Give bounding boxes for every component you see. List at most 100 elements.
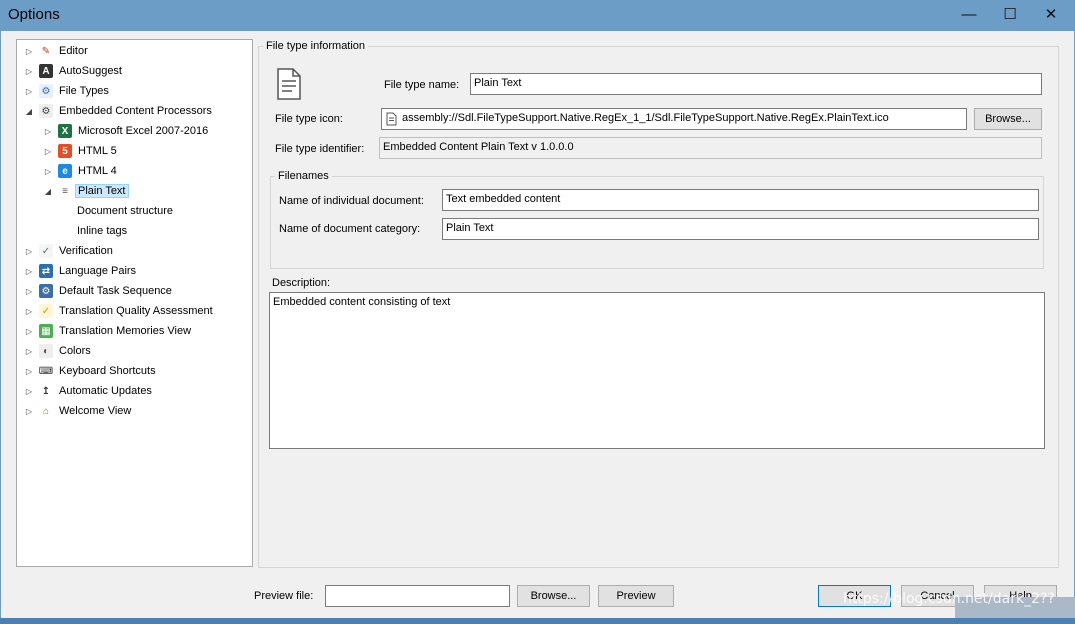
plain-text-document-icon — [277, 68, 301, 100]
tree-item[interactable]: Inline tags — [77, 222, 127, 240]
tree-item-label: Colors — [59, 345, 91, 357]
tree-item-label: Automatic Updates — [59, 385, 152, 397]
home-icon: ⌂ — [42, 405, 50, 417]
tree-item-label: Inline tags — [77, 225, 128, 237]
tree-item-label: Language Pairs — [59, 265, 137, 277]
tree-item[interactable]: ⇄ Language Pairs — [39, 262, 136, 280]
updates-icon: ↥ — [41, 385, 51, 397]
tree-item[interactable]: e HTML 4 — [58, 162, 117, 180]
file-type-name-label: File type name: — [384, 79, 460, 91]
options-tree[interactable]: ▷ ✎ Editor ▷ A AutoSuggest ▷ ⚙ File Types ◢ ⚙ Embed… — [16, 39, 253, 567]
expand-arrow-icon[interactable]: ▷ — [25, 62, 33, 80]
preview-file-label: Preview file: — [254, 590, 314, 602]
tree-item[interactable]: ✓ Translation Quality Assessment — [39, 302, 213, 320]
collapse-arrow-icon[interactable]: ◢ — [44, 182, 52, 200]
collapse-arrow-icon[interactable]: ◢ — [25, 102, 33, 120]
tree-item[interactable]: ⚙ Default Task Sequence — [39, 282, 172, 300]
individual-document-input[interactable]: Text embedded content — [442, 189, 1039, 211]
window-title: Options — [8, 6, 60, 23]
expand-arrow-icon[interactable]: ▷ — [25, 82, 33, 100]
expand-arrow-icon[interactable]: ▷ — [44, 122, 52, 140]
expand-arrow-icon[interactable]: ▷ — [44, 162, 52, 180]
expand-arrow-icon[interactable]: ▷ — [25, 402, 33, 420]
tree-item[interactable]: ↥ Automatic Updates — [39, 382, 152, 400]
tree-item-label: Editor — [59, 45, 88, 57]
tree-item-label: Translation Memories View — [59, 325, 192, 337]
tree-item-label: HTML 4 — [78, 165, 117, 177]
tree-item-label: Translation Quality Assessment — [59, 305, 213, 317]
tree-item[interactable]: ✎ Editor — [39, 42, 88, 60]
description-textarea[interactable]: Embedded content consisting of text — [269, 292, 1045, 449]
file-type-name-input[interactable]: Plain Text — [470, 73, 1042, 95]
tree-item-label: Microsoft Excel 2007-2016 — [78, 125, 209, 137]
close-button[interactable]: ✕ — [1028, 0, 1074, 28]
tree-item-label: Keyboard Shortcuts — [59, 365, 156, 377]
html4-icon: e — [58, 164, 72, 178]
small-document-icon — [386, 112, 397, 126]
palette-icon: ◐ — [39, 344, 53, 358]
expand-arrow-icon[interactable]: ▷ — [44, 142, 52, 160]
file-type-info-title: File type information — [263, 40, 369, 52]
html5-icon: 5 — [58, 144, 72, 158]
file-type-identifier-field: Embedded Content Plain Text v 1.0.0.0 — [379, 137, 1042, 159]
tree-item[interactable]: ⚙ Embedded Content Processors — [39, 102, 212, 120]
preview-file-input[interactable] — [325, 585, 510, 607]
filenames-title: Filenames — [275, 170, 332, 182]
individual-document-label: Name of individual document: — [279, 195, 424, 207]
document-category-label: Name of document category: — [279, 223, 421, 235]
translation-memories-icon: ▦ — [39, 324, 53, 338]
tree-item[interactable]: ▦ Translation Memories View — [39, 322, 191, 340]
preview-browse-button[interactable]: Browse... — [517, 585, 590, 607]
expand-arrow-icon[interactable]: ▷ — [25, 42, 33, 60]
tree-item[interactable]: ≡ Plain Text — [58, 182, 129, 200]
gear-icon: ⚙ — [39, 104, 53, 118]
expand-arrow-icon[interactable]: ▷ — [25, 262, 33, 280]
tree-item-label: File Types — [59, 85, 109, 97]
file-type-icon-label: File type icon: — [275, 113, 343, 125]
title-bar: Options — ☐ ✕ — [0, 0, 1075, 31]
tree-item-label: Plain Text — [75, 184, 129, 198]
expand-arrow-icon[interactable]: ▷ — [25, 362, 33, 380]
tree-item[interactable]: ⌨ Keyboard Shortcuts — [39, 362, 156, 380]
tree-item-label: Welcome View — [59, 405, 132, 417]
language-pairs-icon: ⇄ — [39, 264, 53, 278]
maximize-button[interactable]: ☐ — [987, 0, 1033, 28]
minimize-button[interactable]: — — [946, 0, 992, 28]
tree-item-label: AutoSuggest — [59, 65, 122, 77]
tree-item-label: HTML 5 — [78, 145, 117, 157]
verification-icon: ✓ — [39, 244, 53, 258]
window-frame-bottom — [0, 618, 1075, 624]
document-category-input[interactable]: Plain Text — [442, 218, 1039, 240]
tree-item[interactable]: X Microsoft Excel 2007-2016 — [58, 122, 208, 140]
tree-item[interactable]: Document structure — [77, 202, 173, 220]
autosuggest-icon: A — [39, 64, 53, 78]
file-type-icon-value: assembly://Sdl.FileTypeSupport.Native.Re… — [402, 112, 889, 124]
tree-item-label: Default Task Sequence — [59, 285, 172, 297]
window-frame-left — [0, 31, 1, 624]
expand-arrow-icon[interactable]: ▷ — [25, 382, 33, 400]
tree-item[interactable]: 5 HTML 5 — [58, 142, 117, 160]
file-types-icon: ⚙ — [39, 84, 53, 98]
file-type-identifier-label: File type identifier: — [275, 143, 365, 155]
keyboard-icon: ⌨ — [38, 365, 54, 377]
tree-item[interactable]: ⌂ Welcome View — [39, 402, 131, 420]
expand-arrow-icon[interactable]: ▷ — [25, 342, 33, 360]
tree-item-label: Verification — [59, 245, 113, 257]
text-file-icon: ≡ — [58, 184, 72, 198]
tree-item[interactable]: ✓ Verification — [39, 242, 113, 260]
icon-browse-button[interactable]: Browse... — [974, 108, 1042, 130]
expand-arrow-icon[interactable]: ▷ — [25, 322, 33, 340]
expand-arrow-icon[interactable]: ▷ — [25, 242, 33, 260]
task-sequence-icon: ⚙ — [39, 284, 53, 298]
tree-item[interactable]: ◐ Colors — [39, 342, 91, 360]
file-type-icon-input[interactable]: assembly://Sdl.FileTypeSupport.Native.Re… — [381, 108, 967, 130]
excel-icon: X — [58, 124, 72, 138]
pencil-icon: ✎ — [41, 45, 51, 57]
tree-item[interactable]: A AutoSuggest — [39, 62, 122, 80]
tree-item-label: Document structure — [77, 205, 173, 217]
tree-item[interactable]: ⚙ File Types — [39, 82, 109, 100]
expand-arrow-icon[interactable]: ▷ — [25, 302, 33, 320]
preview-button[interactable]: Preview — [598, 585, 674, 607]
expand-arrow-icon[interactable]: ▷ — [25, 282, 33, 300]
description-label: Description: — [272, 277, 331, 289]
